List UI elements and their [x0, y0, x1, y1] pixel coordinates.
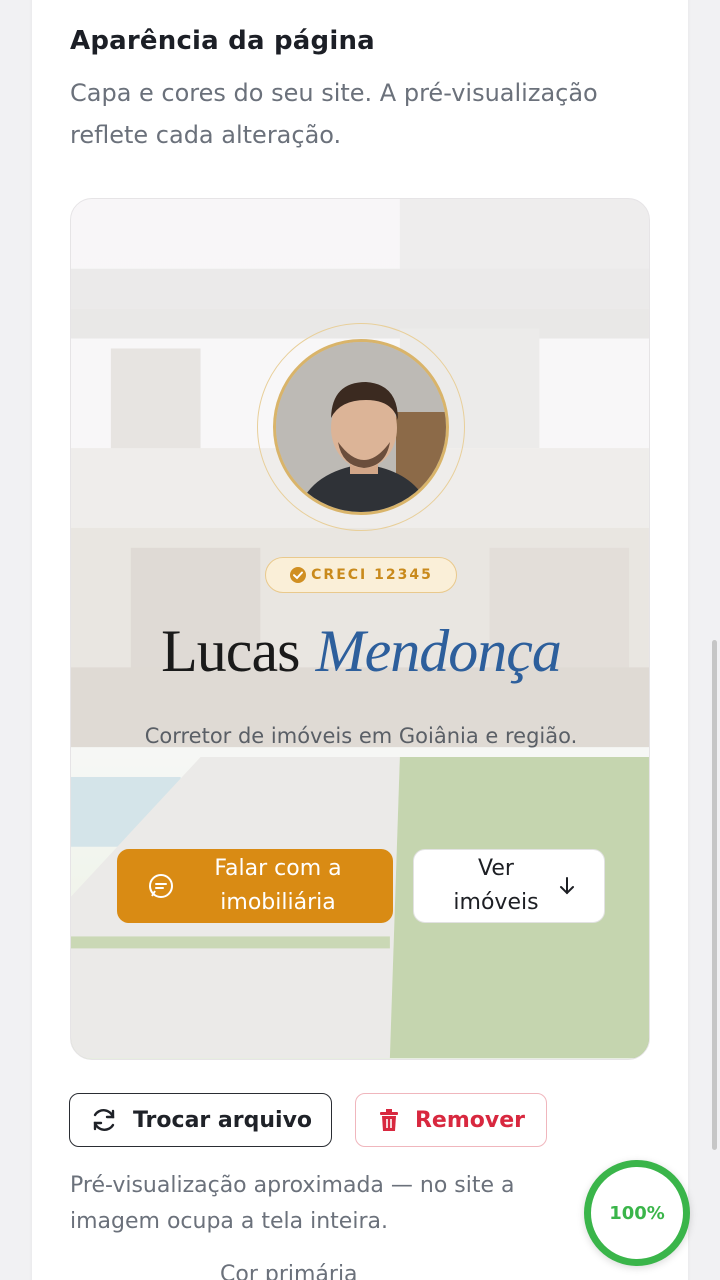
scrollbar[interactable] [712, 640, 717, 1150]
cover-preview: CRECI 12345 Lucas Mendonça Corretor de i… [70, 198, 650, 1060]
section-description: Capa e cores do seu site. A pré-visualiz… [70, 79, 598, 149]
progress-label: 100% [609, 1202, 665, 1224]
creci-badge: CRECI 12345 [265, 557, 457, 593]
remove-button[interactable]: Remover [355, 1093, 547, 1147]
primary-color-label: Cor primária [220, 1262, 358, 1280]
avatar [273, 339, 449, 515]
preview-note: Pré-visualização aproximada — no site a … [70, 1173, 515, 1234]
view-properties-label: Ver imóveis [453, 856, 539, 915]
view-properties-button[interactable]: Ver imóveis [413, 849, 605, 923]
arrow-down-icon [560, 877, 574, 895]
replace-file-label: Trocar arquivo [132, 1107, 313, 1133]
chat-bubble-icon [149, 874, 173, 898]
broker-first-name: Lucas [161, 618, 300, 684]
badge-check-icon [290, 567, 307, 583]
broker-last-name: Mendonça [315, 618, 562, 684]
contact-agency-label: Falar com a imobiliária [214, 856, 342, 915]
replace-file-button[interactable]: Trocar arquivo [69, 1093, 332, 1147]
section-title: Aparência da página [70, 26, 375, 56]
progress-indicator: 100% [584, 1160, 690, 1266]
refresh-icon [93, 1109, 115, 1131]
avatar-photo [276, 342, 446, 512]
broker-name: Lucas Mendonça [71, 617, 649, 686]
broker-tagline: Corretor de imóveis em Goiânia e região. [144, 724, 578, 748]
remove-label: Remover [414, 1107, 525, 1133]
trash-icon [379, 1109, 398, 1131]
contact-agency-button[interactable]: Falar com a imobiliária [117, 849, 393, 923]
creci-text: CRECI 12345 [311, 567, 433, 583]
